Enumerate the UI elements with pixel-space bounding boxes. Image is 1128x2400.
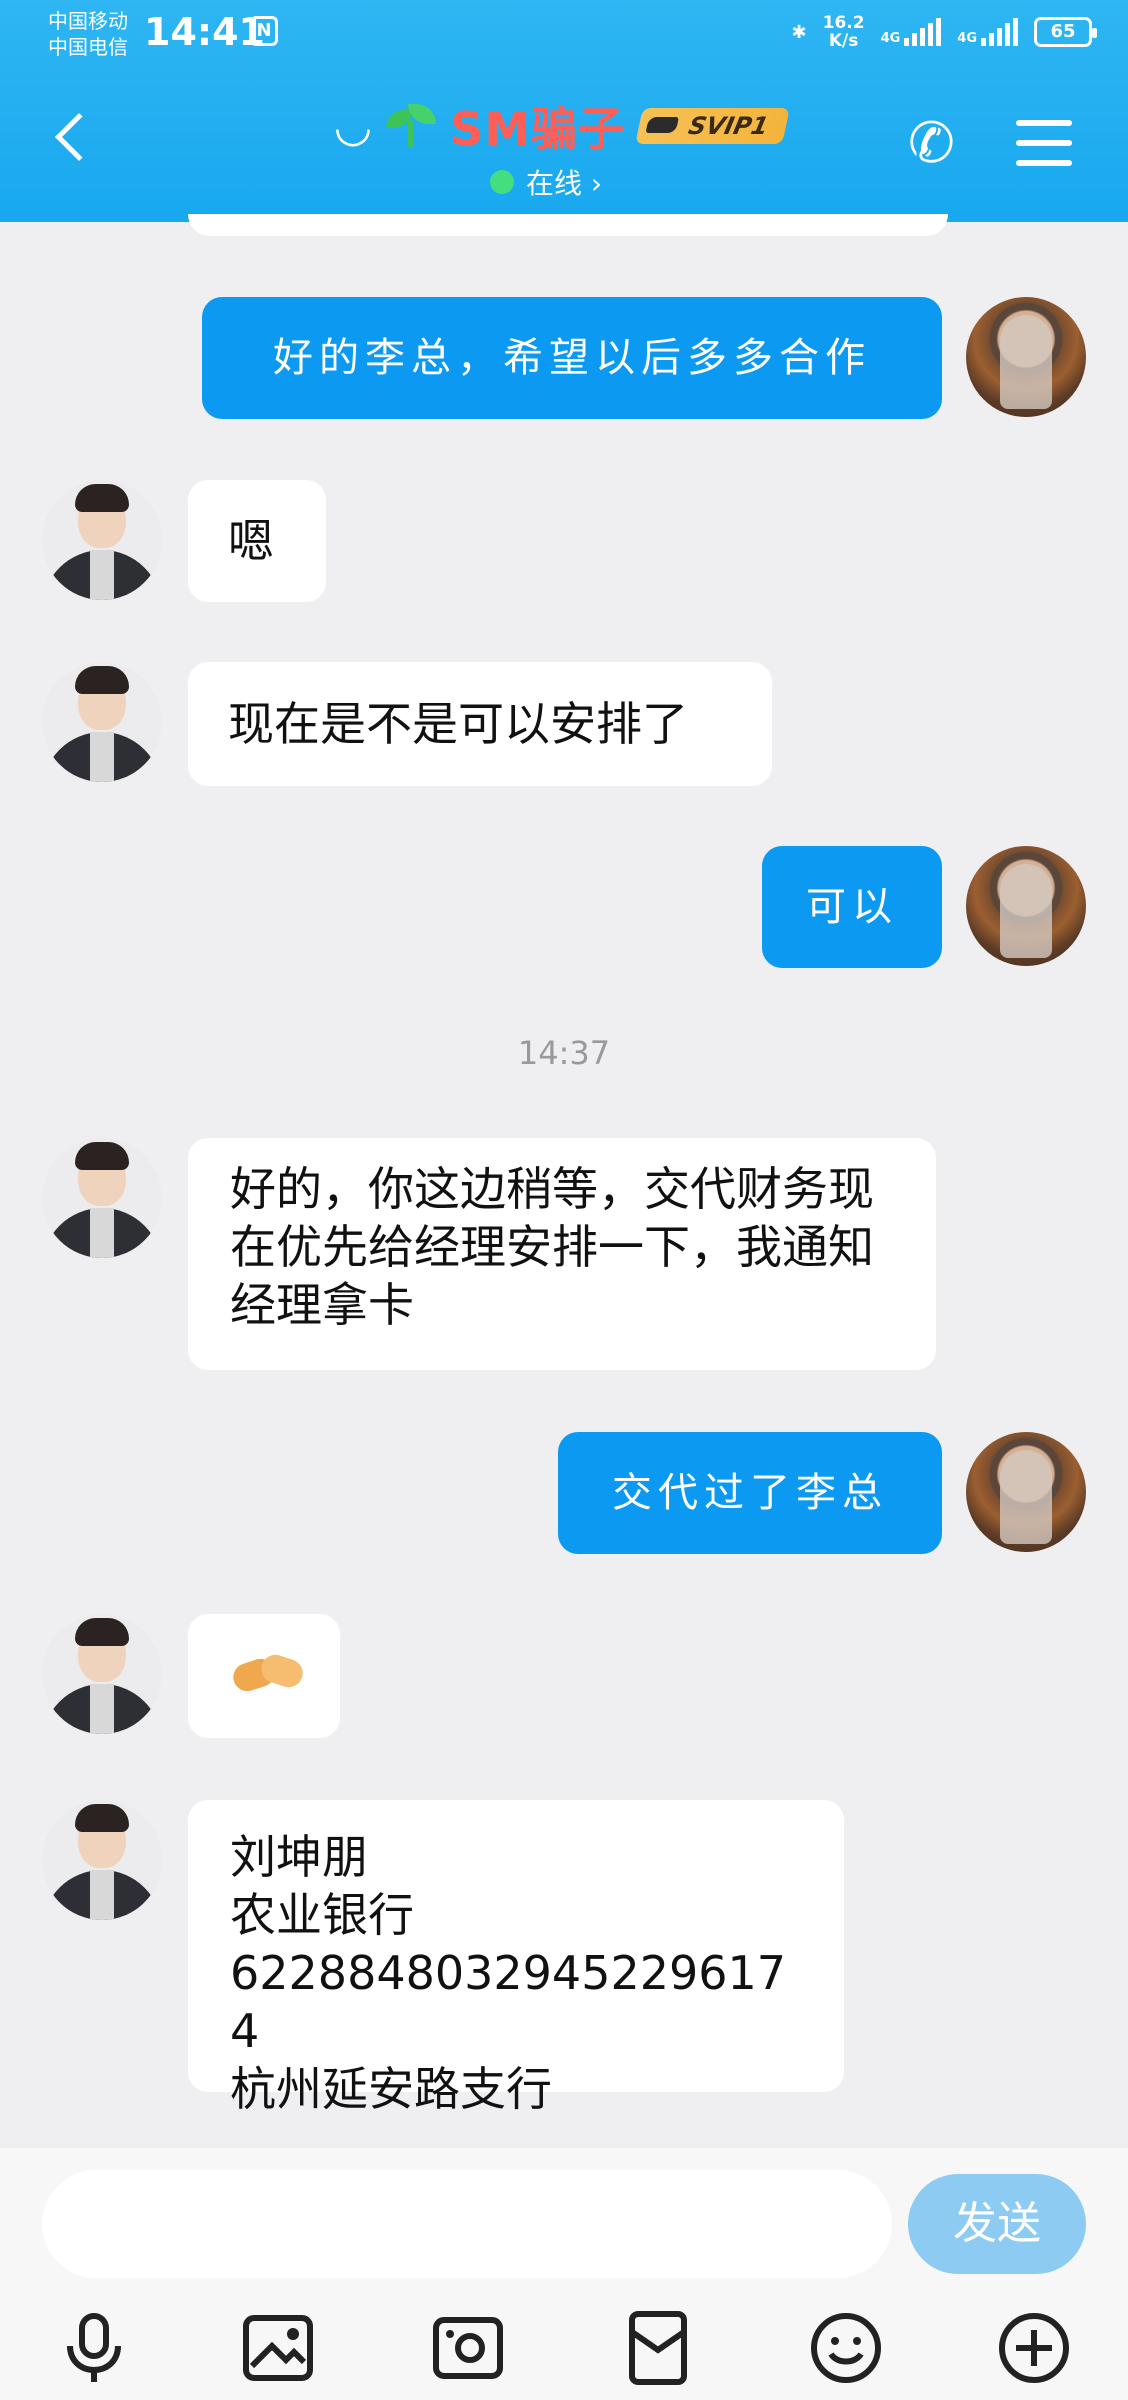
presence-status[interactable]: 在线 ›	[490, 162, 602, 202]
composer-bar: 发送	[0, 2148, 1128, 2400]
send-button[interactable]: 发送	[908, 2174, 1086, 2274]
red-packet-icon[interactable]	[618, 2308, 698, 2388]
nfc-icon: N	[250, 16, 278, 46]
message-bubble-out[interactable]: 好的李总，希望以后多多合作	[202, 297, 942, 419]
avatar-contact[interactable]	[42, 1138, 162, 1258]
avatar-self[interactable]	[966, 846, 1086, 966]
back-button[interactable]	[54, 112, 104, 162]
avatar-contact[interactable]	[42, 480, 162, 600]
ear-icon[interactable]: ◡	[334, 101, 372, 152]
online-dot-icon	[490, 170, 514, 194]
message-bubble-out[interactable]: 可以	[762, 846, 942, 968]
status-icons: ✱ 16.2 K/s 4G 4G 65	[791, 13, 1097, 51]
composer-tools	[0, 2308, 1128, 2388]
plus-icon[interactable]	[994, 2308, 1074, 2388]
message-input[interactable]	[42, 2170, 892, 2278]
message-bubble-in[interactable]: 好的，你这边稍等，交代财务现在优先给经理安排一下，我通知经理拿卡	[188, 1138, 936, 1370]
sprout-icon	[386, 104, 437, 148]
top-bar: 中国移动 中国电信 14:41 N ✱ 16.2 K/s 4G 4G 65 ◡ …	[0, 0, 1128, 222]
camera-icon[interactable]	[428, 2308, 508, 2388]
carrier-2: 中国电信	[48, 35, 128, 59]
contact-name: SM骗子	[450, 102, 626, 156]
network-speed: 16.2 K/s	[822, 13, 865, 51]
carrier-info: 中国移动 中国电信	[48, 8, 128, 60]
signal-bars-2-icon	[981, 18, 1018, 46]
message-timestamp: 14:37	[517, 1034, 611, 1072]
network-type-1: 4G	[880, 31, 901, 46]
avatar-contact[interactable]	[42, 662, 162, 782]
avatar-contact[interactable]	[42, 1800, 162, 1920]
battery-icon: 65	[1034, 17, 1097, 47]
message-bubble-out[interactable]: 交代过了李总	[558, 1432, 942, 1554]
signal-1: 4G	[881, 18, 942, 46]
signal-2: 4G	[957, 18, 1018, 46]
image-icon[interactable]	[238, 2308, 318, 2388]
emoji-icon[interactable]	[806, 2308, 886, 2388]
chat-title[interactable]: ◡ SM骗子 SVIP1	[300, 96, 820, 156]
phone-icon[interactable]: ✆	[908, 114, 964, 174]
avatar-contact[interactable]	[42, 1614, 162, 1734]
message-bubble-in[interactable]: 嗯	[188, 480, 326, 602]
signal-bars-1-icon	[904, 18, 942, 46]
previous-bubble-fragment	[188, 214, 948, 236]
bluetooth-icon: ✱	[791, 21, 807, 43]
network-type-2: 4G	[957, 31, 977, 46]
microphone-icon[interactable]	[54, 2308, 134, 2388]
avatar-self[interactable]	[966, 297, 1086, 417]
handshake-icon	[229, 1643, 307, 1703]
menu-icon[interactable]	[1016, 120, 1072, 180]
message-bubble-in[interactable]: 刘坤朋 农业银行 6228848032945229617 4 杭州延安路支行	[188, 1800, 844, 2116]
vip-badge: SVIP1	[635, 108, 791, 144]
message-bubble-in[interactable]: 现在是不是可以安排了	[188, 662, 772, 786]
presence-label: 在线 ›	[526, 167, 603, 200]
carrier-1: 中国移动	[48, 9, 128, 33]
avatar-self[interactable]	[966, 1432, 1086, 1552]
status-time: 14:41	[144, 10, 265, 54]
